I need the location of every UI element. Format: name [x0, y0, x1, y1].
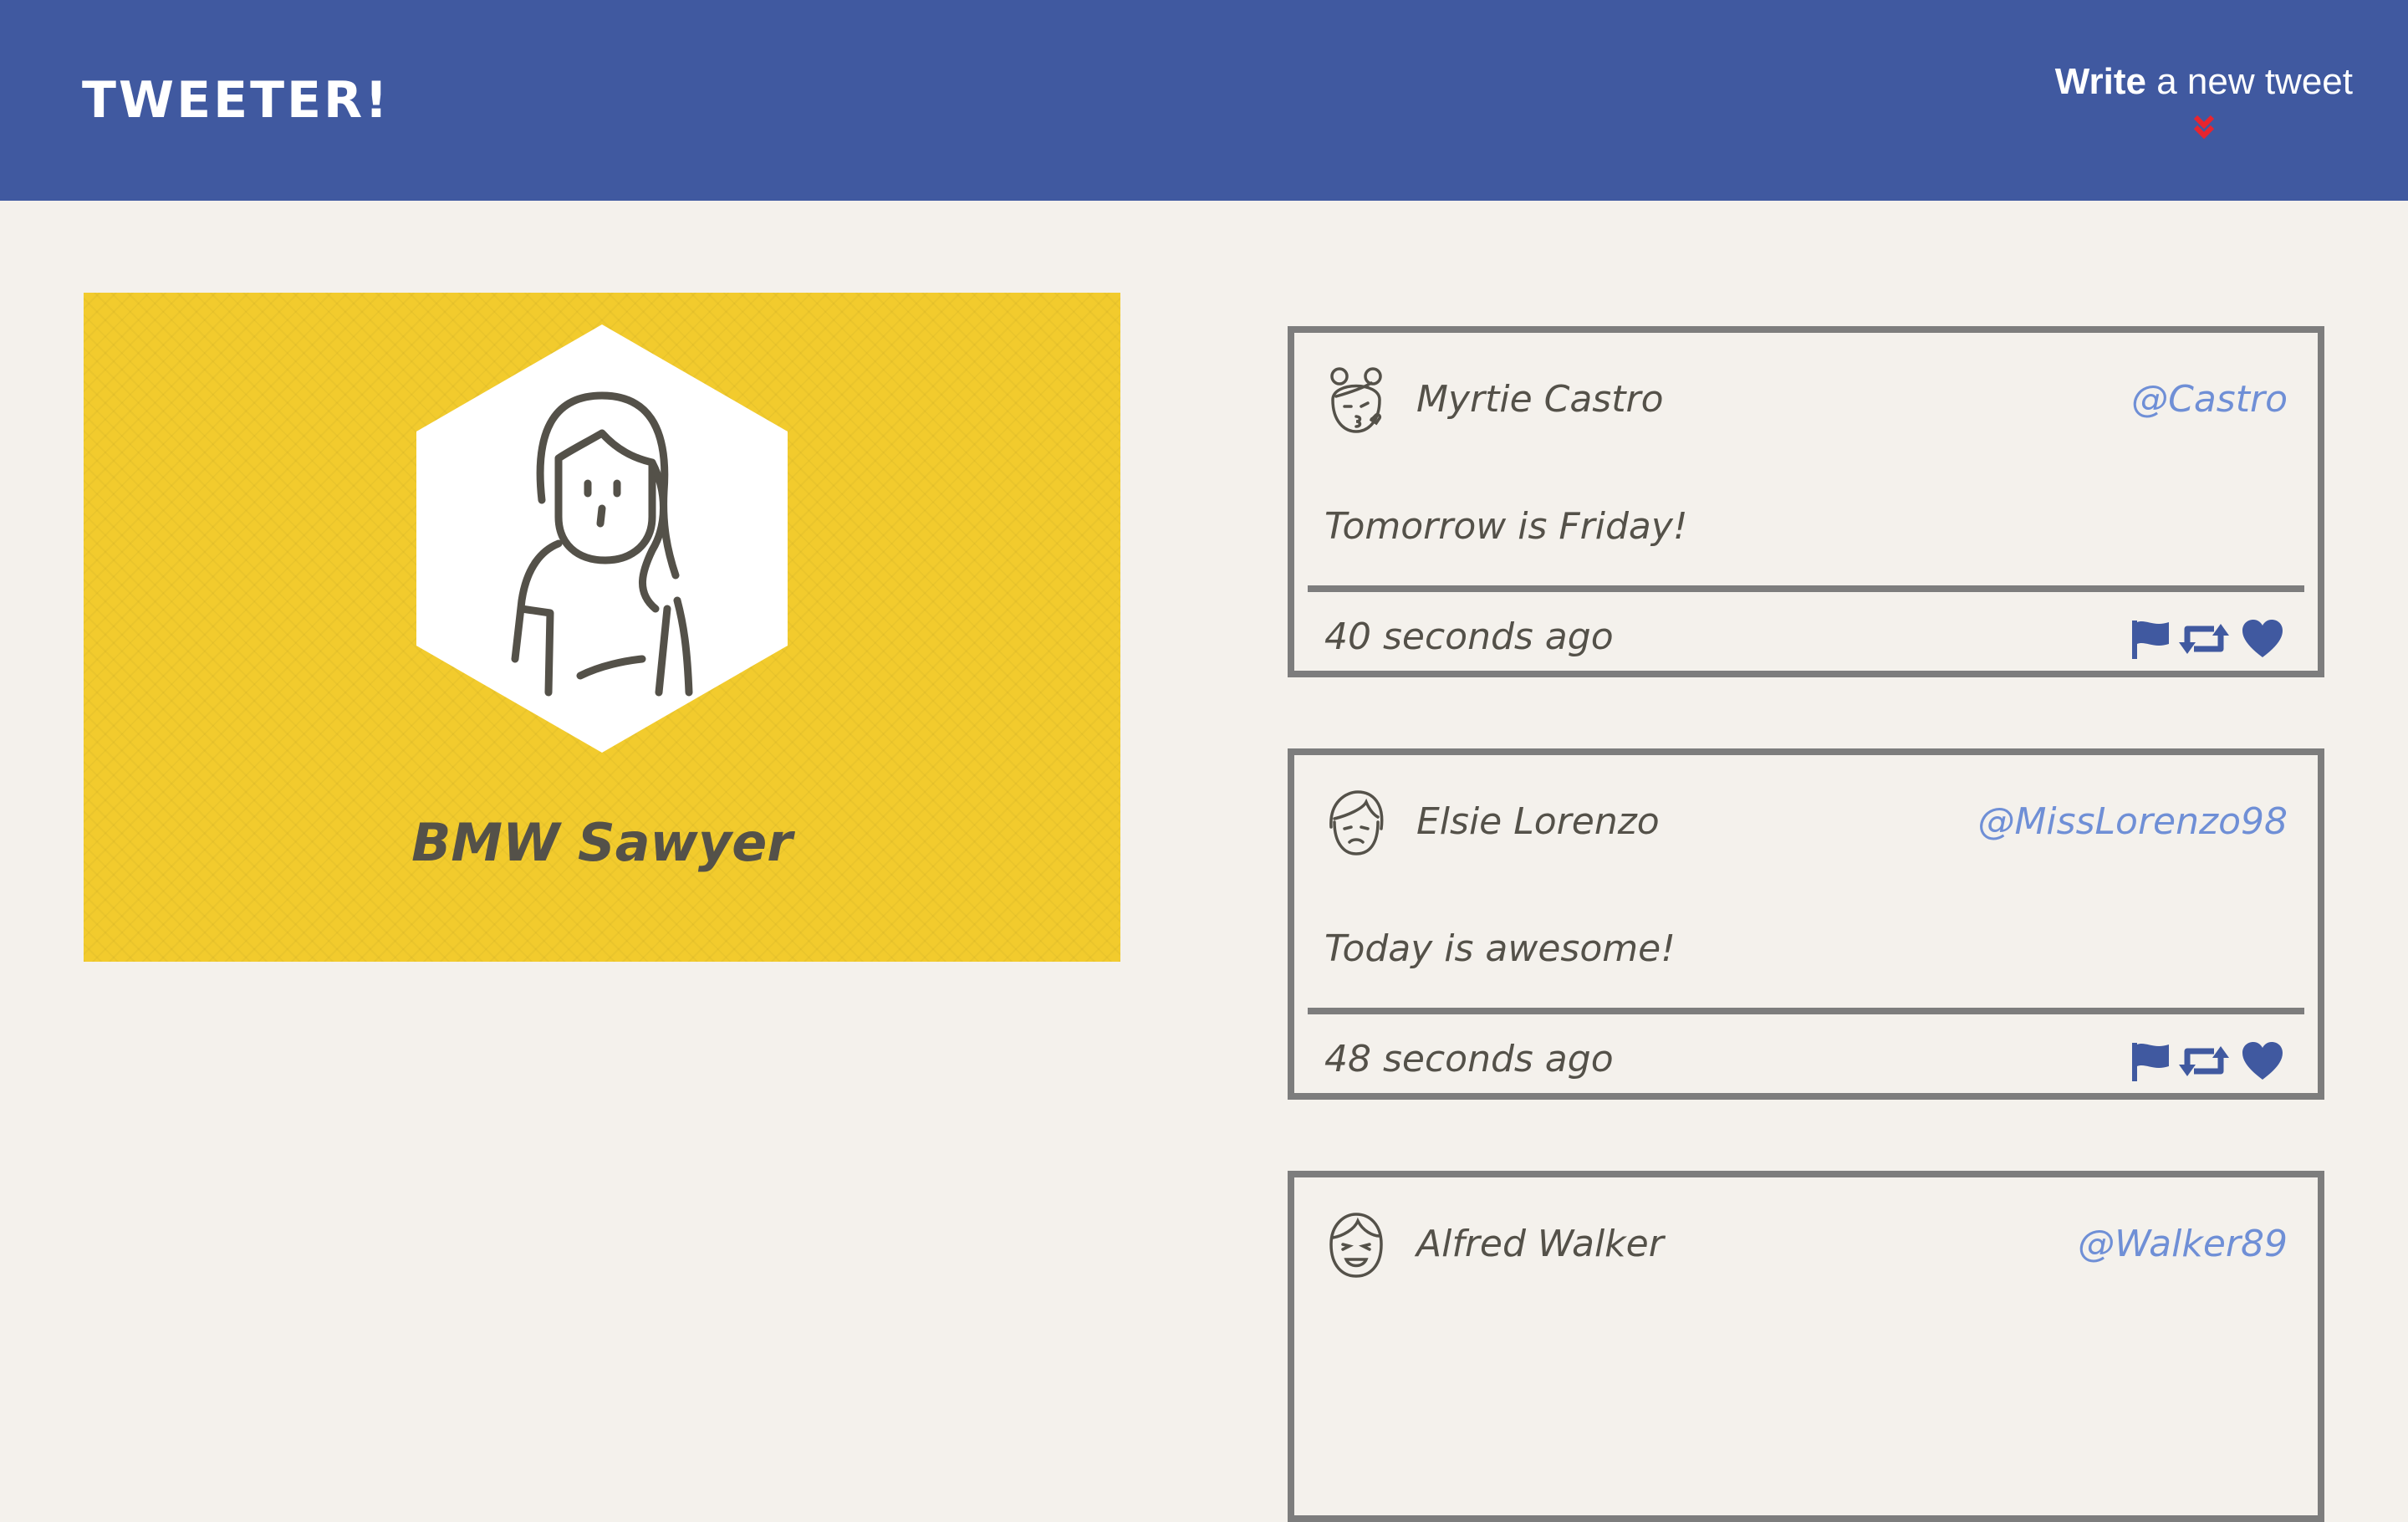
tweet-card: Elsie Lorenzo @MissLorenzo98 Today is aw…	[1288, 748, 2324, 1100]
compose-toggle-button[interactable]: Write a new tweet	[2054, 57, 2353, 140]
chevron-double-down-icon[interactable]	[2187, 110, 2221, 144]
tweet-author-name: Myrtie Castro	[1416, 378, 1664, 421]
top-navbar: TWEETER! Write a new tweet	[0, 0, 2408, 201]
profile-card: BMW Sawyer	[84, 293, 1120, 962]
profile-avatar	[416, 324, 788, 753]
compose-label-rest: a new tweet	[2145, 61, 2353, 102]
heart-icon[interactable]	[2241, 1039, 2284, 1083]
tweet-timestamp: 40 seconds ago	[1324, 615, 1614, 658]
girl-kiss-avatar-icon	[1330, 367, 1382, 433]
compose-label-bold: Write	[2054, 61, 2146, 102]
tweet-author-handle[interactable]: @MissLorenzo98	[1977, 797, 2288, 847]
tweet-card: Alfred Walker @Walker89	[1288, 1171, 2324, 1522]
tweet-author-name: Elsie Lorenzo	[1416, 800, 1660, 843]
tweet-text: Tomorrow is Friday!	[1324, 505, 1688, 548]
tweet-actions	[2129, 612, 2288, 662]
tweet-divider	[1308, 1008, 2304, 1014]
tweet-text: Today is awesome!	[1324, 927, 1676, 970]
tweet-timestamp: 48 seconds ago	[1324, 1038, 1614, 1080]
man-laugh-avatar-icon	[1329, 1213, 1383, 1278]
tweet-author-handle[interactable]: @Castro	[2131, 375, 2288, 425]
heart-icon[interactable]	[2241, 617, 2284, 661]
brand-logo[interactable]: TWEETER!	[82, 67, 390, 134]
tweet-author-handle[interactable]: @Walker89	[2078, 1219, 2288, 1269]
woman-frown-avatar-icon	[1329, 790, 1384, 855]
profile-name: BMW Sawyer	[411, 812, 793, 873]
retweet-icon[interactable]	[2177, 1039, 2231, 1083]
tweet-card: Myrtie Castro @Castro Tomorrow is Friday…	[1288, 326, 2324, 677]
tweet-divider	[1308, 585, 2304, 592]
tweet-actions	[2129, 1034, 2288, 1085]
flag-icon[interactable]	[2129, 1039, 2172, 1083]
retweet-icon[interactable]	[2177, 617, 2231, 661]
flag-icon[interactable]	[2129, 617, 2172, 661]
tweet-author-name: Alfred Walker	[1416, 1223, 1664, 1265]
